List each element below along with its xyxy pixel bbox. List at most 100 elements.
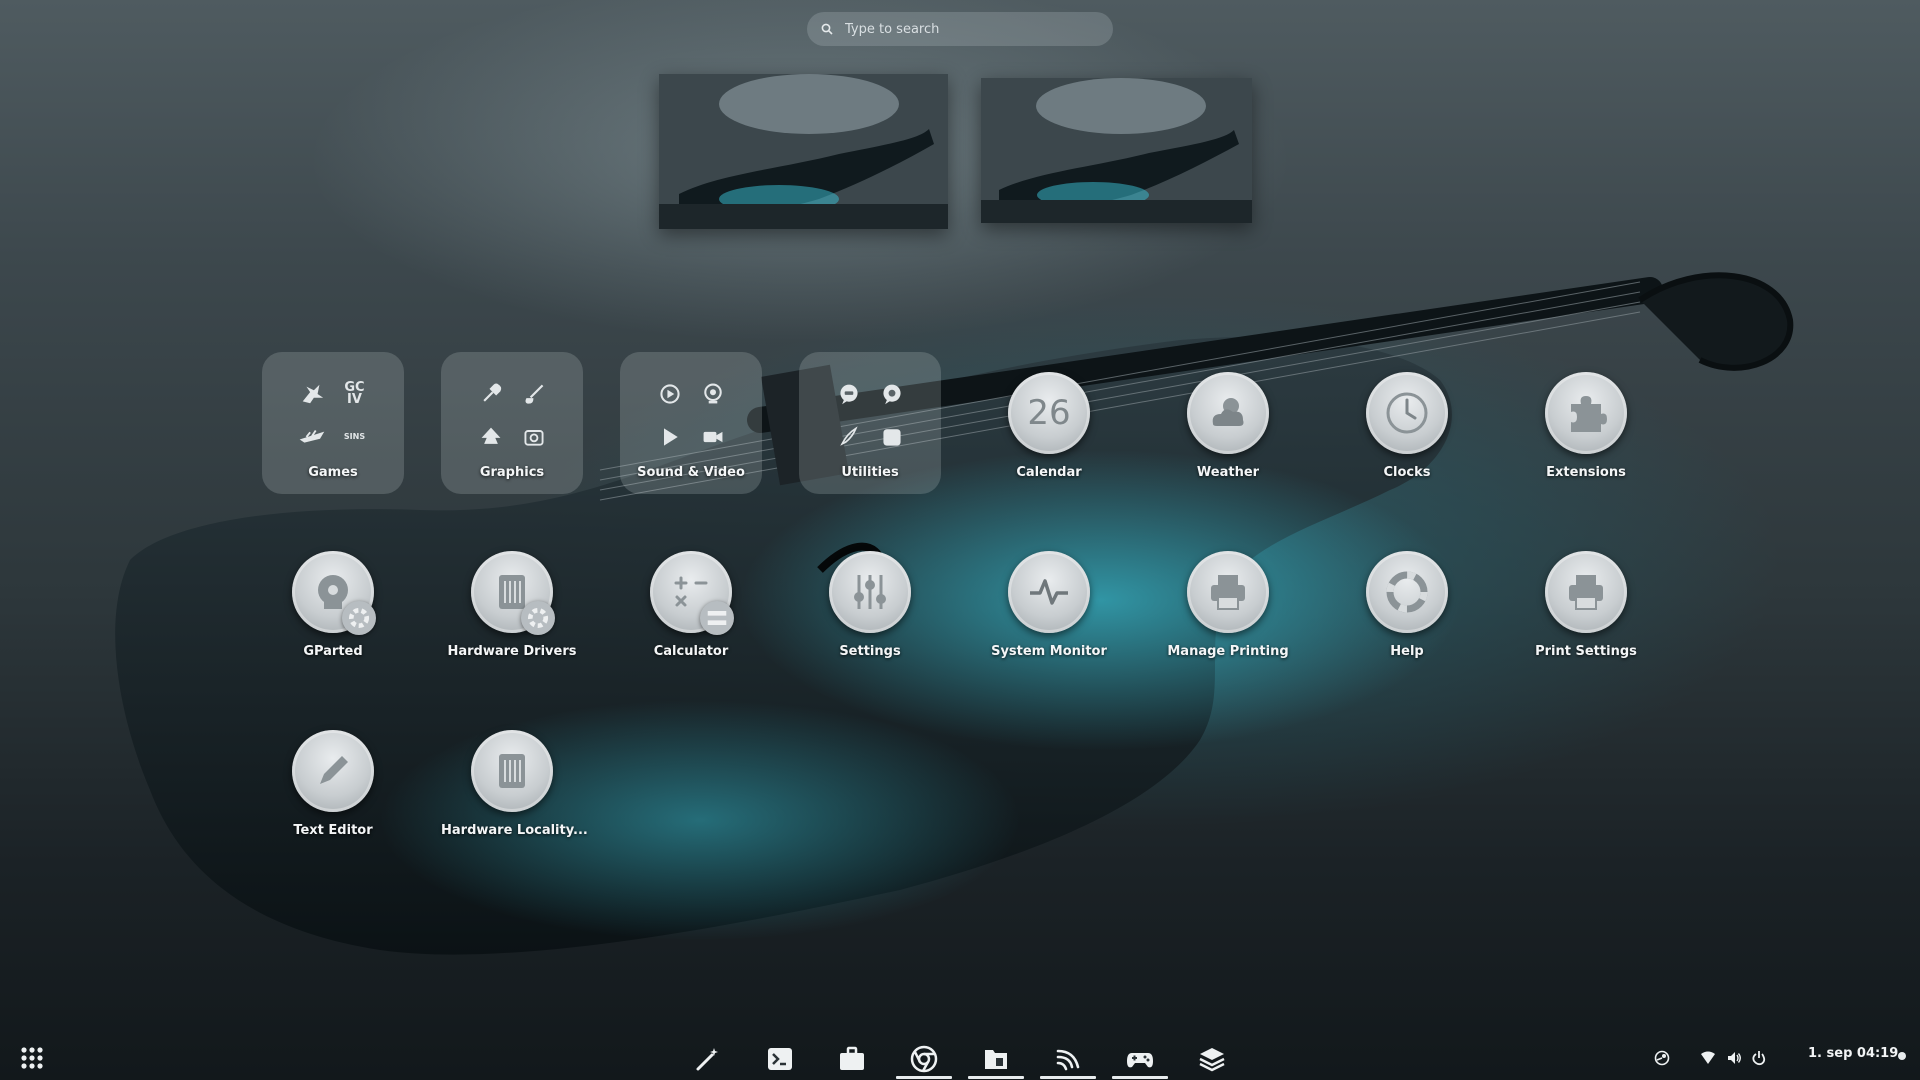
app-settings[interactable]: Settings	[799, 531, 941, 673]
dragon-game-icon	[298, 380, 326, 408]
brush-icon	[520, 380, 548, 408]
folder-utilities[interactable]: Utilities	[799, 352, 941, 494]
dock-briefcase[interactable]	[824, 1042, 880, 1076]
tray-volume[interactable]	[1726, 1048, 1742, 1068]
gear-icon	[521, 601, 555, 635]
app-print-settings[interactable]: Print Settings	[1515, 531, 1657, 673]
app-label: Calculator	[653, 644, 729, 659]
play-icon	[656, 423, 684, 451]
gear-icon	[342, 601, 376, 635]
app-help[interactable]: Help	[1336, 531, 1478, 673]
layers-icon	[1199, 1048, 1225, 1072]
tray-wifi[interactable]	[1700, 1048, 1716, 1068]
dock-gamepad[interactable]	[1112, 1042, 1168, 1079]
app-label: Settings	[839, 644, 901, 659]
screenshot-icon	[520, 423, 548, 451]
clock-icon	[1386, 392, 1428, 434]
folder-label: Graphics	[479, 465, 545, 480]
app-clocks[interactable]: Clocks	[1336, 352, 1478, 494]
steam-icon	[1654, 1050, 1670, 1066]
clock[interactable]: 1. sep 04:19	[1808, 1046, 1898, 1061]
running-indicator	[1112, 1076, 1168, 1079]
folder-label: Sound & Video	[637, 465, 745, 480]
app-calculator[interactable]: Calculator	[620, 531, 762, 673]
running-indicator	[1040, 1076, 1096, 1079]
folder-label: Games	[308, 465, 358, 480]
app-text-editor[interactable]: Text Editor	[262, 710, 404, 852]
lifebuoy-icon	[1386, 571, 1428, 613]
app-label: Manage Printing	[1167, 644, 1289, 659]
dock-chrome[interactable]	[896, 1042, 952, 1079]
play-circle-icon	[656, 380, 684, 408]
app-label: Hardware Locality...	[441, 823, 588, 838]
dock-files[interactable]	[968, 1042, 1024, 1079]
workspace-thumbnail-2[interactable]	[981, 78, 1252, 223]
archive-icon	[878, 423, 906, 451]
wifi-icon	[1701, 1051, 1715, 1064]
running-indicator	[896, 1076, 952, 1079]
pencil-icon	[320, 756, 348, 784]
webcam-icon	[699, 380, 727, 408]
printer-icon	[1569, 575, 1603, 610]
search-input[interactable]	[843, 20, 1087, 38]
chrome-icon	[910, 1045, 938, 1073]
tray-steam[interactable]	[1654, 1048, 1670, 1068]
gc-iv-game-icon: GC IV	[344, 379, 365, 407]
chat-icon	[835, 380, 863, 408]
app-weather[interactable]: Weather	[1157, 352, 1299, 494]
app-extensions[interactable]: Extensions	[1515, 352, 1657, 494]
dock-feed[interactable]	[1040, 1042, 1096, 1079]
briefcase-icon	[840, 1046, 864, 1070]
app-label: Help	[1390, 644, 1424, 659]
workspace-thumbnail-1[interactable]	[659, 74, 948, 229]
settings-sliders-icon	[854, 575, 886, 609]
app-label: Weather	[1196, 465, 1260, 480]
app-system-monitor[interactable]: System Monitor	[978, 531, 1120, 673]
folder-sound-video[interactable]: Sound & Video	[620, 352, 762, 494]
search-icon	[821, 23, 833, 35]
inkscape-icon	[477, 423, 505, 451]
app-hardware-drivers[interactable]: Hardware Drivers	[441, 531, 583, 673]
calendar-icon: 26	[1027, 393, 1071, 433]
app-label: Calendar	[1016, 465, 1082, 480]
notification-dot[interactable]	[1898, 1052, 1906, 1060]
app-label: Print Settings	[1535, 644, 1637, 659]
bottom-panel	[0, 1040, 1920, 1080]
sins-game-icon: SINS	[343, 432, 366, 441]
dock-terminal[interactable]	[752, 1042, 808, 1076]
app-label: Extensions	[1546, 465, 1626, 480]
app-label: GParted	[303, 644, 363, 659]
pen-icon	[835, 423, 863, 451]
tray-power[interactable]	[1751, 1048, 1767, 1068]
hardware-locality-icon	[499, 754, 525, 788]
app-grid-icon[interactable]	[18, 1044, 46, 1072]
search-bar[interactable]	[807, 12, 1113, 46]
equals-icon	[700, 601, 734, 635]
running-indicator	[968, 1076, 1024, 1079]
folder-games[interactable]: GC IV SINS Games	[262, 352, 404, 494]
power-icon	[1752, 1051, 1766, 1066]
folder-graphics[interactable]: Graphics	[441, 352, 583, 494]
video-camera-icon	[699, 423, 727, 451]
app-manage-printing[interactable]: Manage Printing	[1157, 531, 1299, 673]
feed-icon	[1056, 1049, 1080, 1071]
app-hardware-locality[interactable]: Hardware Locality...	[441, 710, 588, 852]
magic-wand-icon	[696, 1048, 718, 1071]
app-gparted[interactable]: GParted	[262, 531, 404, 673]
color-picker-icon	[477, 380, 505, 408]
dock-layers[interactable]	[1184, 1042, 1240, 1076]
gamepad-icon	[1127, 1053, 1153, 1068]
terminal-icon	[768, 1048, 792, 1070]
system-monitor-icon	[1030, 579, 1068, 605]
app-calendar[interactable]: 26 Calendar	[978, 352, 1120, 494]
puzzle-icon	[1571, 396, 1607, 432]
folder-label: Utilities	[841, 465, 899, 480]
app-label: Hardware Drivers	[447, 644, 577, 659]
volume-icon	[1728, 1052, 1741, 1064]
ship-game-icon	[298, 423, 326, 451]
app-label: Clocks	[1383, 465, 1431, 480]
app-label: Text Editor	[293, 823, 373, 838]
dock-magic-wand[interactable]	[680, 1042, 736, 1076]
chat-icon	[878, 380, 906, 408]
weather-icon	[1212, 398, 1244, 426]
